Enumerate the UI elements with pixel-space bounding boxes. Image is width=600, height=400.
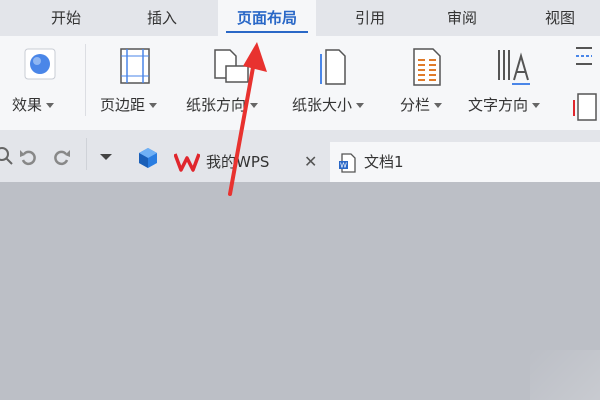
tab-page-layout[interactable]: 页面布局: [218, 0, 316, 36]
redo-icon[interactable]: [52, 146, 72, 166]
page-margins-icon: [120, 48, 150, 84]
workspace-area: [0, 182, 600, 400]
chevron-down-icon: [250, 103, 259, 108]
tab-references[interactable]: 引用: [334, 0, 406, 36]
page-orientation-button[interactable]: 纸张方向: [186, 36, 282, 130]
text-direction-button[interactable]: 文字方向: [466, 36, 562, 130]
text-direction-label: 文字方向: [468, 96, 529, 114]
line-numbers-icon[interactable]: [572, 92, 600, 122]
toolbar-separator: [86, 138, 87, 170]
document-icon: W: [339, 153, 356, 173]
tab-my-wps[interactable]: 我的WPS ✕: [166, 142, 326, 182]
columns-button[interactable]: 分栏: [398, 36, 456, 130]
effects-label: 效果: [12, 96, 43, 114]
ribbon-page-layout: 效果 页边距 纸张方向 纸张大小 分栏 文字方向: [0, 36, 600, 130]
effects-button[interactable]: 效果: [0, 36, 80, 130]
tab-document-1-label: 文档1: [364, 153, 404, 171]
chevron-down-icon[interactable]: [98, 152, 114, 162]
svg-text:W: W: [340, 162, 347, 170]
page-margins-label: 页边距: [100, 96, 146, 114]
columns-label: 分栏: [400, 96, 431, 114]
page-size-label: 纸张大小: [292, 96, 353, 114]
effects-icon: [24, 48, 56, 80]
close-icon[interactable]: ✕: [304, 142, 317, 182]
page-orientation-label: 纸张方向: [186, 96, 247, 114]
menu-tab-bar: 开始 插入 页面布局 引用 审阅 视图: [0, 0, 600, 36]
tab-insert[interactable]: 插入: [126, 0, 198, 36]
page-break-icon[interactable]: [572, 44, 600, 72]
wps-cube-icon[interactable]: [136, 146, 160, 170]
tab-review[interactable]: 审阅: [426, 0, 498, 36]
columns-icon: [413, 48, 441, 86]
ribbon-separator: [85, 44, 86, 116]
search-icon[interactable]: [0, 146, 14, 166]
chevron-down-icon: [532, 103, 541, 108]
document-tab-bar: 我的WPS ✕ W 文档1: [0, 130, 600, 182]
image-artifact: [530, 350, 600, 400]
chevron-down-icon: [46, 103, 55, 108]
tab-my-wps-label: 我的WPS: [206, 153, 270, 171]
chevron-down-icon: [356, 103, 365, 108]
undo-icon[interactable]: [18, 146, 38, 166]
tab-view[interactable]: 视图: [524, 0, 596, 36]
page-size-icon: [320, 49, 346, 85]
wps-logo-icon: [174, 153, 200, 172]
chevron-down-icon: [149, 103, 158, 108]
page-size-button[interactable]: 纸张大小: [292, 36, 388, 130]
tab-document-1[interactable]: W 文档1: [330, 142, 600, 182]
text-direction-icon: [498, 50, 530, 85]
page-orientation-icon: [214, 49, 249, 83]
chevron-down-icon: [434, 103, 443, 108]
page-margins-button[interactable]: 页边距: [98, 36, 174, 130]
tab-home[interactable]: 开始: [30, 0, 102, 36]
